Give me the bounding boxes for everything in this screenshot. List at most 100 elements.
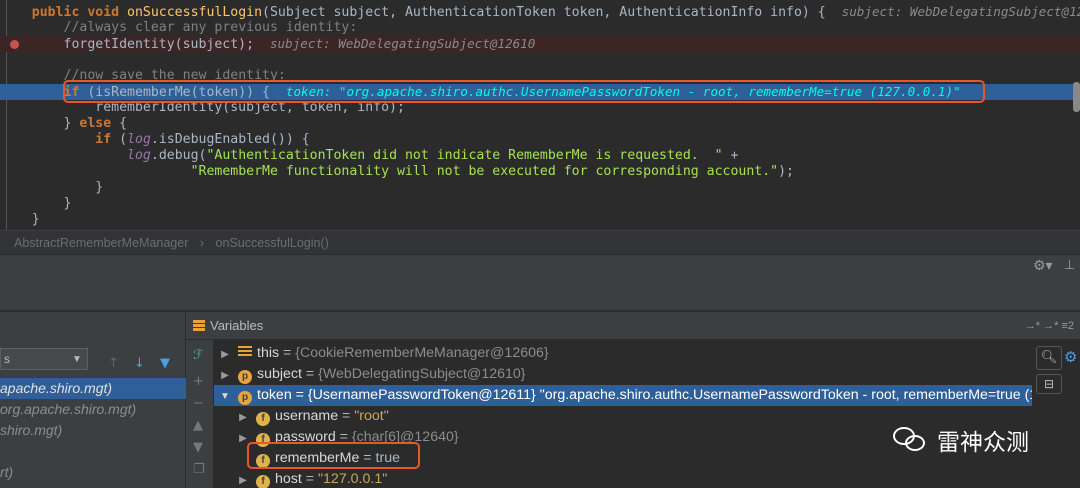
code-line[interactable] xyxy=(0,52,1080,68)
code-token: //always clear any previous identity: xyxy=(63,20,358,35)
stack-frame[interactable]: shiro.mgt) xyxy=(0,420,186,441)
code-token: } xyxy=(0,196,72,211)
expand-icon[interactable]: ▶ xyxy=(218,365,232,385)
parameter-icon: p xyxy=(238,391,252,405)
variable-name: token xyxy=(257,387,292,403)
expand-icon[interactable]: ▶ xyxy=(218,344,232,364)
frames-panel: s ▼ ↑ ↓ ▼ apache.shiro.mgt) org.apache.sh… xyxy=(0,312,186,488)
variable-value: {UsernamePasswordToken@12611} "org.apach… xyxy=(307,387,1032,403)
pin-icon[interactable]: ⊥ xyxy=(1064,258,1075,273)
variable-row[interactable]: ▶ p subject = {WebDelegatingSubject@12610} xyxy=(214,364,1032,385)
arrow-up-icon[interactable]: ↑ xyxy=(108,356,119,371)
variable-value: {WebDelegatingSubject@12610} xyxy=(318,366,526,382)
stack-frame[interactable] xyxy=(0,441,186,462)
variable-value: {CookieRememberMeManager@12606} xyxy=(295,345,549,361)
plus-icon[interactable]: + xyxy=(193,374,204,389)
variables-icon xyxy=(193,320,205,332)
watermark: 雷神众测 xyxy=(893,420,1029,460)
code-token: } xyxy=(0,212,40,227)
code-token: + xyxy=(722,148,739,163)
editor-scrollbar[interactable] xyxy=(1073,82,1080,112)
stack-frame[interactable]: rt) xyxy=(0,462,186,483)
code-token: "AuthenticationToken did not indicate Re… xyxy=(206,148,723,163)
code-token: .debug( xyxy=(150,148,207,163)
highlight-box-if-statement xyxy=(63,80,985,103)
code-token: subject: WebDelegatingSubject@12610 xyxy=(269,36,536,51)
equals-sign: = xyxy=(291,387,308,403)
frames-header xyxy=(0,312,185,342)
expanded-icon[interactable]: ▼ xyxy=(218,386,232,406)
equals-sign: = xyxy=(338,408,355,424)
code-token: (Subject subject, AuthenticationToken to… xyxy=(262,5,842,20)
code-line[interactable]: } xyxy=(0,196,1080,212)
breadcrumb-method[interactable]: onSuccessfulLogin() xyxy=(216,236,329,250)
code-token: if xyxy=(95,132,112,147)
variable-row[interactable]: ▼ p token = {UsernamePasswordToken@12611} … xyxy=(214,385,1032,406)
collapse-icon[interactable]: ⊟ xyxy=(1036,374,1062,394)
field-icon: f xyxy=(256,475,270,488)
code-editor[interactable]: public void onSuccessfulLogin(Subject su… xyxy=(0,0,1080,230)
variables-panel: Variables →* →* ≡2 ℱ + − ▲ ▼ ❐ ▶ this = {… xyxy=(186,312,1080,488)
code-token: } xyxy=(0,180,104,195)
expand-icon[interactable]: ▶ xyxy=(236,407,250,427)
code-token: "RememberMe functionality will not be ex… xyxy=(190,164,779,179)
evaluate-icon[interactable]: ℱ xyxy=(193,348,203,363)
filter-icon[interactable]: ▼ xyxy=(160,356,170,371)
move-up-icon[interactable]: ▲ xyxy=(193,418,203,433)
code-token: subject: WebDelegatingSubject@12610 xyxy=(841,4,1080,19)
breadcrumb-separator: › xyxy=(199,236,205,250)
code-line[interactable]: log.debug("AuthenticationToken did not i… xyxy=(0,148,1080,164)
breadcrumb: AbstractRememberMeManager › onSuccessful… xyxy=(0,230,1080,254)
code-token: log xyxy=(127,148,151,163)
copy-icon[interactable]: ❐ xyxy=(193,462,205,477)
code-line[interactable]: //always clear any previous identity: xyxy=(0,20,1080,36)
stack-frame[interactable]: apache.shiro.mgt) xyxy=(0,378,186,399)
object-icon xyxy=(238,346,252,358)
variables-header: Variables →* →* ≡2 xyxy=(186,312,1080,340)
variable-value: "root" xyxy=(354,408,389,424)
code-line[interactable]: "RememberMe functionality will not be ex… xyxy=(0,164,1080,180)
watermark-text: 雷神众测 xyxy=(937,430,1029,456)
gear-icon[interactable]: ⚙▾ xyxy=(1033,258,1053,274)
code-token: else xyxy=(79,116,112,131)
parameter-icon: p xyxy=(238,370,252,384)
arrow-down-icon[interactable]: ↓ xyxy=(134,356,145,371)
search-icon[interactable]: 🔍︎ xyxy=(1036,346,1062,370)
equals-sign: = xyxy=(301,366,319,382)
minus-icon[interactable]: − xyxy=(193,396,204,411)
code-line[interactable]: } xyxy=(0,180,1080,196)
highlight-box-rememberme xyxy=(247,442,420,469)
wechat-icon xyxy=(893,425,929,455)
chevron-down-icon[interactable]: ▼ xyxy=(72,354,82,365)
code-line[interactable]: forgetIdentity(subject); subject: WebDel… xyxy=(0,36,1080,52)
code-token: public void xyxy=(31,5,128,20)
code-line[interactable]: if (log.isDebugEnabled()) { xyxy=(0,132,1080,148)
equals-sign: = xyxy=(279,345,296,361)
breakpoint-icon[interactable] xyxy=(10,40,19,49)
variables-header-tools[interactable]: →* →* ≡2 xyxy=(1025,312,1074,340)
breadcrumb-class[interactable]: AbstractRememberMeManager xyxy=(14,236,188,250)
code-token: ); xyxy=(778,164,794,179)
code-token: } xyxy=(0,116,80,131)
variable-row[interactable]: ▶ this = {CookieRememberMeManager@12606} xyxy=(214,343,1032,364)
code-token: log xyxy=(127,132,151,147)
variable-value: "127.0.0.1" xyxy=(318,471,388,487)
variable-name: this xyxy=(257,345,280,361)
code-line[interactable]: } xyxy=(0,212,1080,228)
variable-name: username xyxy=(275,408,339,424)
variable-row[interactable]: ▶ f host = "127.0.0.1" xyxy=(214,469,1032,488)
move-down-icon[interactable]: ▼ xyxy=(193,440,203,455)
code-line[interactable]: public void onSuccessfulLogin(Subject su… xyxy=(0,4,1080,20)
code-line[interactable]: } else { xyxy=(0,116,1080,132)
settings-icon[interactable]: ⚙ xyxy=(1064,348,1077,366)
debug-toolbar-area xyxy=(0,254,1080,310)
expand-icon[interactable]: ▶ xyxy=(236,470,250,488)
stack-frame[interactable]: org.apache.shiro.mgt) xyxy=(0,399,186,420)
